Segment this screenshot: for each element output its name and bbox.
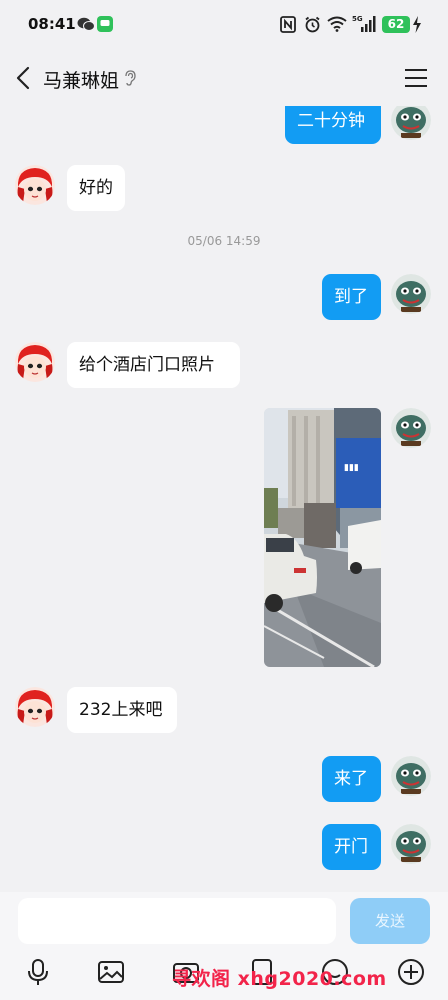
message-bubble-in[interactable]: 好的 [67, 165, 125, 211]
avatar-image [391, 824, 431, 864]
avatar-image [391, 408, 431, 448]
svg-text:▮▮▮: ▮▮▮ [344, 463, 359, 473]
image-icon[interactable] [97, 958, 125, 986]
avatar-image [15, 165, 55, 205]
contact-avatar[interactable] [15, 165, 55, 205]
contact-avatar[interactable] [15, 342, 55, 382]
status-bar: 08:41 5G 62 [0, 0, 448, 50]
avatar-image [391, 106, 431, 140]
my-avatar[interactable] [391, 824, 431, 864]
menu-button[interactable] [404, 68, 428, 88]
message-timestamp: 05/06 14:59 [187, 234, 261, 248]
nfc-icon [280, 16, 296, 33]
avatar-image [15, 342, 55, 382]
message-bubble-out[interactable]: 二十分钟 [285, 106, 381, 144]
message-list[interactable]: 二十分钟 好的 05/06 14:59 到了 给个酒店门口照片 ▮▮▮ 232上… [0, 106, 448, 892]
microphone-icon[interactable] [24, 958, 52, 986]
battery-icon: 62 [382, 16, 410, 33]
signal-icon: 5G [352, 15, 376, 32]
message-image[interactable]: ▮▮▮ [264, 408, 381, 667]
chat-header: 马兼琳姐 [0, 50, 448, 106]
watermark-text: 寻欢阁 xhg2020.com [172, 968, 387, 990]
message-bubble-out[interactable]: 到了 [322, 274, 381, 320]
wechat-icon [77, 17, 95, 31]
my-avatar[interactable] [391, 106, 431, 140]
alarm-icon [305, 16, 320, 33]
back-button[interactable] [14, 65, 34, 91]
my-avatar[interactable] [391, 756, 431, 796]
send-button[interactable]: 发送 [350, 898, 430, 944]
message-app-icon [97, 16, 113, 32]
avatar-image [391, 274, 431, 314]
ear-icon [125, 70, 136, 86]
status-time: 08:41 [28, 15, 76, 33]
charging-icon [413, 16, 421, 33]
my-avatar[interactable] [391, 408, 431, 448]
message-bubble-out[interactable]: 开门 [322, 824, 381, 870]
my-avatar[interactable] [391, 274, 431, 314]
avatar-image [15, 687, 55, 727]
message-bubble-in[interactable]: 232上来吧 [67, 687, 177, 733]
wifi-icon [327, 16, 347, 32]
hotel-entrance-photo: ▮▮▮ [264, 408, 381, 667]
message-input[interactable] [18, 898, 336, 944]
contact-avatar[interactable] [15, 687, 55, 727]
svg-text:5G: 5G [352, 15, 363, 23]
contact-name: 马兼琳姐 [43, 70, 120, 92]
avatar-image [391, 756, 431, 796]
message-bubble-out[interactable]: 来了 [322, 756, 381, 802]
message-bubble-in[interactable]: 给个酒店门口照片 [67, 342, 240, 388]
add-icon[interactable] [397, 958, 425, 986]
battery-level: 62 [387, 17, 405, 31]
